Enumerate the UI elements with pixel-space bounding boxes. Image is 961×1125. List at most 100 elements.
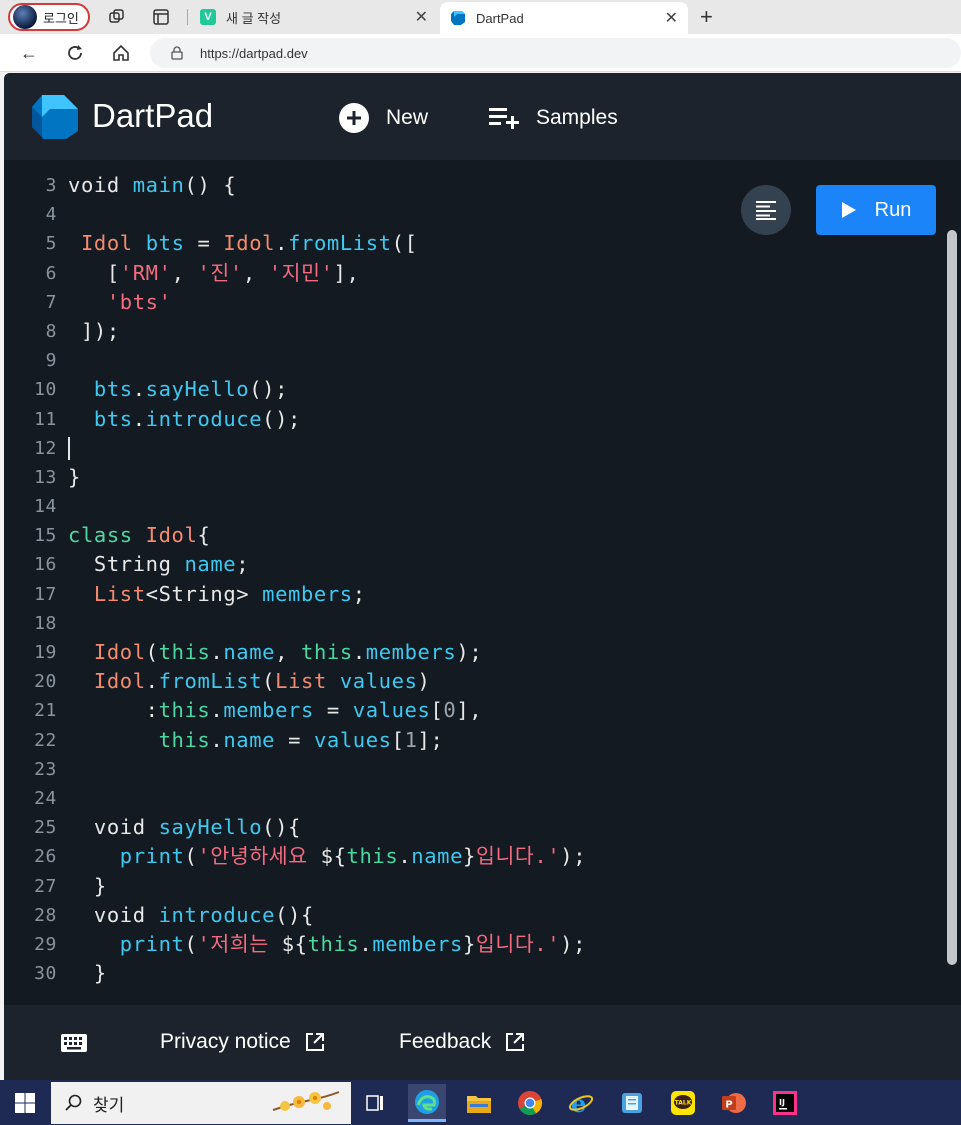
code-line[interactable]: 29 print('저희는 ${this.members}입니다.'); (4, 930, 944, 959)
code-token: } (68, 464, 81, 489)
privacy-notice-link[interactable]: Privacy notice (160, 1027, 325, 1057)
code-token: bts (93, 406, 133, 431)
code-line[interactable]: 28 void introduce(){ (4, 901, 944, 930)
code-line[interactable]: 9 (4, 346, 944, 375)
profile-button[interactable]: 로그인 (8, 3, 90, 31)
tab-actions-icon[interactable] (151, 7, 171, 27)
line-number: 20 (34, 671, 57, 693)
edge-icon[interactable] (408, 1084, 446, 1122)
code-token: introduce (158, 902, 276, 927)
new-label: New (386, 106, 429, 129)
code-line[interactable]: 13} (4, 463, 944, 492)
code-text[interactable]: void introduce(){ (68, 901, 314, 930)
code-line[interactable]: 22 this.name = values[1]; (4, 726, 944, 755)
code-line[interactable]: 3 void main() { (4, 171, 944, 200)
editor-scrollbar[interactable] (947, 230, 957, 965)
code-line[interactable]: 11 bts.introduce(); (4, 405, 944, 434)
code-text[interactable]: void sayHello(){ (68, 813, 301, 842)
chrome-icon[interactable] (511, 1084, 549, 1122)
code-line[interactable]: 17 List<String> members; (4, 580, 944, 609)
code-token: . (132, 406, 146, 431)
notes-icon[interactable] (613, 1084, 651, 1122)
feedback-link[interactable]: Feedback (399, 1027, 525, 1057)
tab-dartpad[interactable]: DartPad ✕ (440, 2, 688, 34)
workspaces-icon[interactable] (107, 7, 127, 27)
code-text[interactable]: print('저희는 ${this.members}입니다.'); (68, 930, 586, 959)
code-editor[interactable]: 3 void main() {4 5 Idol bts = Idol.fromLis… (4, 160, 961, 1005)
windows-start-icon[interactable] (14, 1092, 36, 1114)
code-text[interactable]: String name; (68, 550, 249, 579)
code-text[interactable]: } (68, 463, 81, 492)
code-token: ; (236, 552, 250, 577)
code-line[interactable]: 19 Idol(this.name, this.members); (4, 638, 944, 667)
code-line[interactable]: 8 ]); (4, 317, 944, 346)
url-field[interactable]: https://dartpad.dev (150, 38, 961, 68)
code-text[interactable]: void main() { (68, 171, 236, 200)
taskbar-search-box[interactable]: 찾기 (51, 1082, 351, 1124)
code-line[interactable]: 21 :this.members = values[0], (4, 696, 944, 725)
code-token: = (184, 231, 224, 256)
code-line[interactable]: 14 (4, 492, 944, 521)
code-token: (){ (262, 815, 301, 840)
code-token: 입니다.' (475, 931, 561, 956)
new-button[interactable]: New (338, 103, 428, 133)
code-text[interactable]: ]); (68, 317, 120, 346)
code-text[interactable]: ['RM', '진', '지민'], (68, 259, 359, 288)
code-area[interactable]: 3 void main() {4 5 Idol bts = Idol.fromLis… (4, 171, 944, 988)
code-line[interactable]: 18 (4, 609, 944, 638)
code-line[interactable]: 10 bts.sayHello(); (4, 375, 944, 404)
kakaotalk-icon[interactable]: TALK (664, 1084, 702, 1122)
code-line[interactable]: 30 } (4, 959, 944, 988)
code-text[interactable]: class Idol{ (68, 521, 210, 550)
close-icon[interactable]: ✕ (415, 7, 428, 27)
task-view-icon[interactable] (356, 1084, 394, 1122)
code-text[interactable]: this.name = values[1]; (68, 726, 443, 755)
code-text[interactable]: List<String> members; (68, 580, 366, 609)
code-token: } (68, 961, 107, 986)
code-line[interactable]: 15 class Idol{ (4, 521, 944, 550)
code-line[interactable]: 25 void sayHello(){ (4, 813, 944, 842)
code-text[interactable]: Idol bts = Idol.fromList([ (68, 229, 418, 258)
new-tab-icon[interactable]: + (700, 4, 713, 30)
internet-explorer-icon[interactable]: e (562, 1084, 600, 1122)
code-token: 'RM' (119, 260, 172, 285)
search-placeholder: 찾기 (93, 1095, 125, 1115)
code-token: print (119, 844, 185, 869)
format-button[interactable] (741, 185, 791, 235)
code-line[interactable]: 12 (4, 434, 944, 463)
back-icon[interactable]: ← (18, 42, 40, 64)
code-text[interactable]: bts.sayHello(); (68, 375, 288, 404)
code-text[interactable]: } (68, 872, 107, 901)
code-line[interactable]: 20 Idol.fromList(List values) (4, 667, 944, 696)
code-text[interactable]: Idol.fromList(List values) (68, 667, 430, 696)
code-line[interactable]: 7 'bts' (4, 288, 944, 317)
code-line[interactable]: 24 (4, 784, 944, 813)
file-explorer-icon[interactable] (460, 1084, 498, 1122)
code-line[interactable]: 27 } (4, 872, 944, 901)
code-line[interactable]: 5 Idol bts = Idol.fromList([ (4, 229, 944, 258)
code-text[interactable]: 'bts' (68, 288, 172, 317)
intellij-icon[interactable]: IJ (766, 1084, 804, 1122)
powerpoint-icon[interactable]: P (715, 1084, 753, 1122)
code-line[interactable]: 23 (4, 755, 944, 784)
code-text[interactable]: } (68, 959, 107, 988)
close-icon[interactable]: ✕ (665, 8, 678, 28)
code-token: this (158, 698, 211, 723)
home-icon[interactable] (110, 42, 132, 64)
run-button[interactable]: Run (816, 185, 936, 235)
code-text[interactable]: Idol(this.name, this.members); (68, 638, 482, 667)
code-line[interactable]: 16 String name; (4, 550, 944, 579)
code-line[interactable]: 26 print('안녕하세요 ${this.name}입니다.'); (4, 842, 944, 871)
keyboard-icon[interactable] (60, 1033, 88, 1053)
code-token: , (242, 260, 269, 285)
code-text[interactable]: bts.introduce(); (68, 405, 301, 434)
tab-new-post[interactable]: V 새 글 작성 ✕ (192, 0, 438, 34)
code-line[interactable]: 4 (4, 200, 944, 229)
code-text[interactable]: :this.members = values[0], (68, 696, 482, 725)
reload-icon[interactable] (64, 42, 86, 64)
code-text[interactable]: print('안녕하세요 ${this.name}입니다.'); (68, 842, 586, 871)
code-line[interactable]: 6 ['RM', '진', '지민'], (4, 259, 944, 288)
samples-button[interactable]: Samples (488, 103, 618, 133)
code-token: fromList (288, 231, 392, 256)
